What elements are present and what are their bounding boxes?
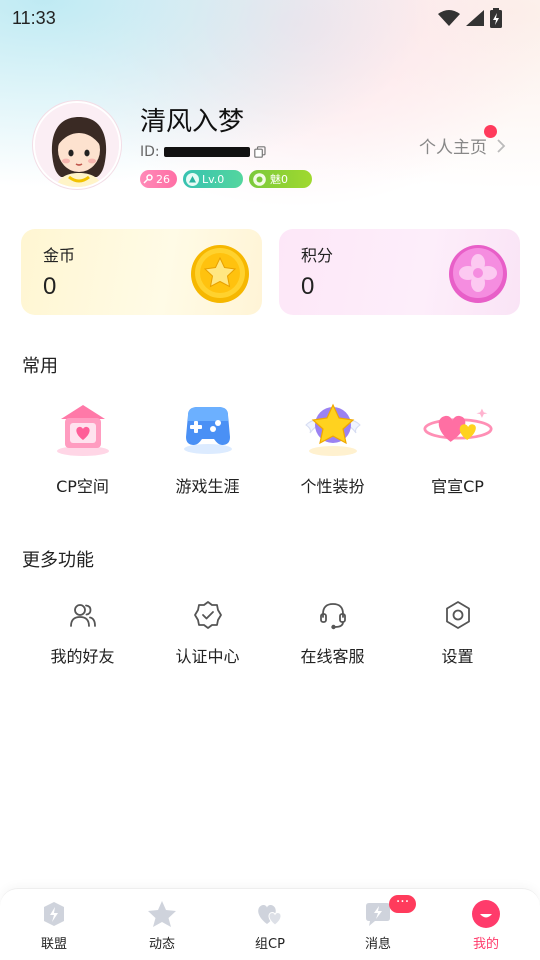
status-time: 11:33 — [12, 7, 56, 28]
likes-count: 26 — [156, 172, 170, 186]
wifi-icon — [438, 10, 460, 26]
points-label: 积分 — [301, 246, 334, 265]
personal-dressup-entry[interactable]: 个性装扮 — [270, 399, 395, 497]
tab-messages[interactable]: 消息 — [324, 889, 432, 960]
tab-form-cp-label: 组CP — [255, 937, 285, 952]
level-triangle-icon — [186, 172, 199, 186]
coins-value: 0 — [43, 273, 57, 300]
charm-badge: 魅0 — [249, 170, 312, 188]
tab-moments-label: 动态 — [148, 937, 175, 952]
user-id-label: ID: — [140, 144, 160, 160]
messages-unread-badge: ··· — [389, 895, 416, 913]
tab-alliance[interactable]: 联盟 — [0, 889, 108, 960]
cp-space-label: CP空间 — [56, 477, 109, 496]
verification-center-label: 认证中心 — [175, 647, 240, 666]
signal-icon — [466, 10, 484, 26]
tab-form-cp[interactable]: 组CP — [216, 889, 324, 960]
charm-icon — [253, 172, 266, 186]
pink-flower-coin-icon — [449, 245, 507, 303]
likes-badge: 26 — [140, 170, 177, 188]
bottom-tab-bar: 联盟 动态 组CP 消息 我的 — [0, 888, 540, 960]
cp-space-entry[interactable]: CP空间 — [20, 399, 145, 497]
announce-cp-entry[interactable]: 官宣CP — [395, 399, 520, 497]
online-service-label: 在线客服 — [300, 647, 365, 666]
common-grid: CP空间 游戏生涯 个性装扮 官宣CP — [20, 399, 520, 497]
verified-badge-icon — [192, 599, 224, 631]
friends-icon — [67, 599, 99, 631]
status-bar: 11:33 — [0, 0, 540, 36]
user-id-redacted — [163, 147, 250, 157]
points-card[interactable]: 积分 0 — [279, 229, 520, 315]
username: 清风入梦 — [140, 107, 245, 137]
tab-alliance-label: 联盟 — [40, 937, 67, 952]
winged-star-icon — [298, 399, 368, 457]
notification-dot — [484, 125, 497, 138]
avatar-girl-icon — [35, 103, 119, 187]
settings-hexagon-icon — [442, 599, 474, 631]
settings-entry[interactable]: 设置 — [395, 599, 520, 667]
tab-me-label: 我的 — [472, 937, 499, 952]
common-section-title: 常用 — [22, 356, 58, 377]
hearts-icon — [255, 900, 285, 928]
announce-cp-label: 官宣CP — [431, 477, 484, 496]
charm-text: 魅0 — [270, 173, 288, 186]
key-icon — [143, 174, 153, 184]
more-section-title: 更多功能 — [22, 550, 94, 571]
coins-label: 金币 — [43, 246, 76, 265]
points-value: 0 — [301, 273, 315, 300]
game-career-label: 游戏生涯 — [175, 477, 240, 496]
personal-dressup-label: 个性装扮 — [300, 477, 365, 496]
me-icon — [471, 900, 501, 928]
tab-moments[interactable]: 动态 — [108, 889, 216, 960]
headset-icon — [317, 599, 349, 631]
copy-icon[interactable] — [253, 146, 266, 158]
pink-house-icon — [48, 399, 118, 457]
star-icon — [147, 900, 177, 928]
user-id-row: ID: — [140, 144, 266, 160]
level-text: Lv.0 — [202, 172, 225, 186]
verification-center-entry[interactable]: 认证中心 — [145, 599, 270, 667]
hearts-ring-icon — [422, 399, 493, 457]
level-badge: Lv.0 — [183, 170, 243, 188]
online-service-entry[interactable]: 在线客服 — [270, 599, 395, 667]
tab-me[interactable]: 我的 — [432, 889, 540, 960]
my-friends-entry[interactable]: 我的好友 — [20, 599, 145, 667]
homepage-label: 个人主页 — [419, 138, 487, 158]
gamepad-icon — [173, 399, 243, 457]
more-grid: 我的好友 认证中心 在线客服 设置 — [20, 599, 520, 667]
battery-icon — [490, 8, 502, 28]
status-icons — [438, 8, 502, 28]
settings-label: 设置 — [441, 647, 474, 666]
chevron-right-icon — [497, 138, 506, 153]
tab-messages-label: 消息 — [364, 937, 391, 952]
gold-coin-icon — [191, 245, 249, 303]
coins-card[interactable]: 金币 0 — [21, 229, 262, 315]
avatar[interactable] — [33, 101, 121, 189]
game-career-entry[interactable]: 游戏生涯 — [145, 399, 270, 497]
personal-homepage-link[interactable]: 个人主页 — [419, 133, 509, 158]
profile-badges: 26 Lv.0 魅0 — [140, 170, 312, 188]
my-friends-label: 我的好友 — [50, 647, 115, 666]
alliance-icon — [39, 900, 69, 928]
